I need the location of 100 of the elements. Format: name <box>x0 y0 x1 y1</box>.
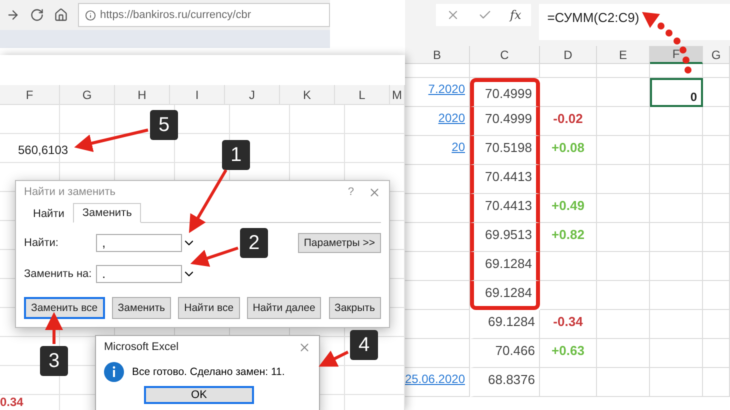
step-number: 5 <box>150 110 178 140</box>
sheet-cell <box>597 136 650 165</box>
sheet-cell <box>597 165 650 194</box>
rate-cell: 70.4413 <box>470 165 540 194</box>
sheet-cell <box>703 223 730 252</box>
sheet-cell <box>597 107 650 136</box>
sheet-cell <box>703 281 730 310</box>
sheet-cell <box>597 310 650 339</box>
column-header[interactable]: M <box>390 85 405 105</box>
sheet-cell <box>650 165 703 194</box>
change-cell: -0.34 <box>540 310 597 339</box>
sheet-cell <box>597 64 650 78</box>
options-button[interactable]: Параметры >> <box>298 233 381 253</box>
sheet-cell <box>703 165 730 194</box>
column-header[interactable]: B <box>405 46 470 64</box>
date-link[interactable]: 20 <box>452 140 465 154</box>
dialog-tab[interactable]: Заменить <box>73 203 141 223</box>
step-number: 3 <box>40 346 68 376</box>
dotted-arrow <box>642 12 692 74</box>
sheet-cell <box>703 194 730 223</box>
sheet-cell <box>650 136 703 165</box>
column-header[interactable]: H <box>115 85 170 105</box>
step-number: 4 <box>350 330 378 360</box>
column-header[interactable]: L <box>335 85 390 105</box>
selected-cell[interactable]: 0 <box>650 78 703 107</box>
info-icon <box>85 10 96 20</box>
sheet-cell <box>650 252 703 281</box>
message-title: Microsoft Excel <box>104 341 180 353</box>
column-header[interactable]: G <box>703 46 730 64</box>
field-label: Найти: <box>24 237 60 249</box>
date-link[interactable]: 25.06.2020 <box>404 372 465 386</box>
dialog-button[interactable]: Найти все <box>178 297 240 319</box>
sheet-cell <box>597 339 650 368</box>
dialog-button[interactable]: Закрыть <box>328 297 381 319</box>
rate-cell: 70.466 <box>470 339 540 368</box>
pointer-arrow <box>188 169 228 234</box>
rate-cell: 70.4999 <box>470 78 540 107</box>
sheet-cell <box>650 339 703 368</box>
step-number: 2 <box>240 228 268 258</box>
address-bar[interactable]: https://bankiros.ru/currency/cbr <box>78 3 330 27</box>
rate-cell: 70.4413 <box>470 194 540 223</box>
sheet-cell <box>703 310 730 339</box>
field-label: Заменить на: <box>24 268 93 280</box>
change-value: 0.34 <box>0 395 24 409</box>
info-icon <box>104 362 124 382</box>
formula-field[interactable]: =СУММ(C2:C9) <box>539 4 730 40</box>
sheet-cell <box>470 64 540 78</box>
column-header[interactable]: I <box>170 85 225 105</box>
change-cell: +0.49 <box>540 194 597 223</box>
change-cell: +0.82 <box>540 223 597 252</box>
step-number: 1 <box>222 140 250 170</box>
dialog-button[interactable]: Заменить все <box>24 297 105 319</box>
column-header[interactable]: D <box>540 46 597 64</box>
close-icon[interactable] <box>368 186 381 198</box>
change-cell: +0.63 <box>540 339 597 368</box>
sheet-cell <box>540 165 597 194</box>
forward-icon[interactable] <box>6 8 20 22</box>
insert-function-button[interactable]: fx <box>510 8 522 22</box>
sheet-cell <box>597 194 650 223</box>
dialog-button[interactable]: Найти далее <box>246 297 322 319</box>
sheet-cell <box>703 107 730 136</box>
sheet-cell <box>703 78 730 107</box>
input-field[interactable]: , <box>96 234 182 252</box>
rate-cell: 70.4999 <box>470 107 540 136</box>
column-header[interactable]: F <box>650 46 703 64</box>
change-cell: -0.02 <box>540 107 597 136</box>
sheet-cell <box>650 281 703 310</box>
ok-button[interactable]: OK <box>144 386 254 404</box>
pointer-arrow <box>45 312 63 344</box>
help-button[interactable]: ? <box>348 186 354 198</box>
cancel-icon[interactable] <box>446 8 460 22</box>
sheet-cell <box>703 339 730 368</box>
reload-icon[interactable] <box>30 8 44 22</box>
rate-cell: 70.5198 <box>470 136 540 165</box>
sheet-cell <box>703 136 730 165</box>
rate-cell: 69.9513 <box>470 223 540 252</box>
sheet-cell <box>650 223 703 252</box>
sheet-cell <box>650 368 703 397</box>
change-cell: +0.08 <box>540 136 597 165</box>
input-field[interactable]: . <box>96 265 182 283</box>
sheet-cell <box>597 368 650 397</box>
column-header[interactable]: K <box>280 85 335 105</box>
column-header[interactable]: F <box>0 85 60 105</box>
rate-cell: 69.1284 <box>470 281 540 310</box>
sheet-cell <box>703 252 730 281</box>
home-icon[interactable] <box>54 8 68 22</box>
sheet-cell <box>540 64 597 78</box>
column-header[interactable]: J <box>225 85 280 105</box>
date-link[interactable]: 2020 <box>438 111 465 125</box>
dialog-title: Найти и заменить <box>24 186 116 198</box>
sheet-cell <box>650 310 703 339</box>
column-header[interactable]: G <box>60 85 115 105</box>
message-text: Все готово. Сделано замен: 11. <box>132 366 285 378</box>
dialog-button[interactable]: Заменить <box>112 297 171 319</box>
close-icon[interactable] <box>298 340 311 354</box>
date-link[interactable]: 7.2020 <box>428 82 465 96</box>
sheet-cell <box>703 64 730 78</box>
column-header[interactable]: E <box>597 46 650 64</box>
sheet-cell <box>650 194 703 223</box>
column-header[interactable]: C <box>470 46 540 64</box>
